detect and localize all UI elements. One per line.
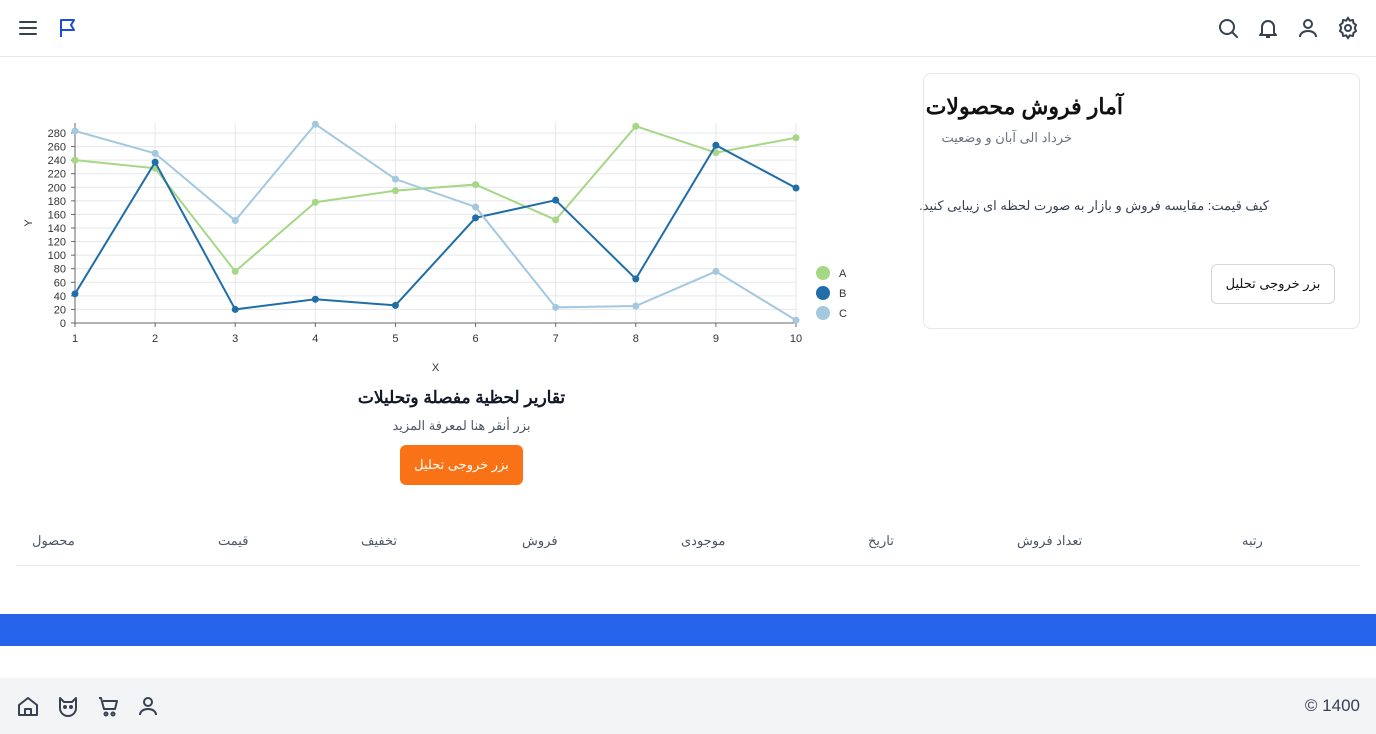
data-point-B [632,275,640,283]
x-tick-label: 8 [633,333,639,345]
y-tick-label: 240 [48,155,66,167]
y-tick-label: 80 [54,264,66,276]
series-line-C [74,122,797,322]
column-header-price[interactable]: قیمت [218,533,248,549]
x-tick-label: 1 [72,333,78,345]
info-card: آمار فروش محصولات خرداد الی آبان و وضعیت… [919,73,1360,329]
y-tick-label: 160 [48,209,66,221]
y-axis-label: Y [23,219,35,227]
cart-icon[interactable] [94,692,122,720]
card-export-button[interactable]: بزر خروجی تحلیل [1211,264,1335,304]
menu-icon[interactable] [14,14,42,42]
x-tick-label: 2 [152,333,158,345]
y-tick-label: 260 [48,142,66,154]
user-icon[interactable] [134,692,162,720]
y-tick-label: 220 [48,169,66,181]
column-header-product[interactable]: محصول [32,533,75,549]
x-tick-label: 3 [232,333,238,345]
column-header-discount[interactable]: تخفیف [361,533,397,549]
data-point-C [311,120,319,128]
data-point-B [71,290,79,298]
data-point-A [792,134,800,142]
series-line-A [74,125,797,273]
data-point-C [632,302,640,310]
x-axis-label: X [432,362,440,374]
card-subtitle: خرداد الی آبان و وضعیت [941,130,1072,145]
legend-label-A: A [839,268,847,280]
bell-icon[interactable] [1254,14,1282,42]
y-tick-label: 180 [48,196,66,208]
data-point-A [71,156,79,164]
gear-icon[interactable] [1334,14,1362,42]
line-chart: 0 20 40 60 80 100 120 140 160 180 200 220 240 260 280 1… [0,100,880,390]
data-point-B [231,305,239,313]
promo-export-button[interactable]: بزر خروجی تحلیل [400,445,523,485]
y-tick-label: 280 [48,128,66,140]
data-point-C [231,217,239,225]
table-header: محصول قیمت تخفیف فروش موجودی تاریخ تعداد… [16,515,1360,566]
x-tick-label: 9 [713,333,719,345]
y-tick-label: 200 [48,182,66,194]
home-icon[interactable] [14,692,42,720]
y-tick-label: 100 [48,250,66,262]
x-tick-label: 4 [312,333,318,345]
column-header-rank[interactable]: رتبه [1242,533,1263,549]
data-point-B [472,214,480,222]
data-point-B [151,158,159,166]
data-point-A [231,267,239,275]
footer: © 1400 [0,678,1376,734]
y-tick-label: 140 [48,223,66,235]
data-point-A [552,216,560,224]
data-point-A [391,187,399,195]
blue-banner [0,614,1376,646]
data-point-B [792,184,800,192]
promo-title: تقارير لحظية مفصلة وتحليلات [357,388,566,407]
card-title: آمار فروش محصولات [925,94,1123,119]
copyright-text: © 1400 [1304,696,1360,715]
y-tick-label: 20 [54,304,66,316]
column-header-stock[interactable]: موجودی [681,533,725,549]
legend-label-C: C [839,308,847,320]
x-tick-label: 5 [392,333,398,345]
data-point-C [71,127,79,135]
data-point-C [151,149,159,157]
column-header-sales[interactable]: فروش [522,533,558,549]
cat-icon[interactable] [54,692,82,720]
legend-marker-A [816,266,830,280]
data-point-C [792,316,800,324]
data-point-B [311,295,319,303]
promo-subtitle: بزر أنقر هنا لمعرفة المزيد [392,418,531,433]
y-tick-label: 60 [54,277,66,289]
column-header-date[interactable]: تاریخ [868,533,894,549]
flag-icon[interactable] [54,14,82,42]
top-bar [0,0,1376,57]
user-icon[interactable] [1294,14,1322,42]
search-icon[interactable] [1214,14,1242,42]
data-point-C [552,303,560,311]
data-point-C [712,267,720,275]
series-line-B [74,143,797,311]
x-tick-label: 6 [472,333,478,345]
data-point-C [472,203,480,211]
column-header-sales-count[interactable]: تعداد فروش [1017,533,1082,549]
data-point-A [472,181,480,189]
card-description: کیف قیمت: مقایسه فروش و بازار به صورت لح… [919,198,1269,213]
data-point-C [391,175,399,183]
data-point-A [632,122,640,130]
data-point-A [311,198,319,206]
y-tick-label: 40 [54,291,66,303]
data-point-B [552,196,560,204]
legend-marker-B [816,286,830,300]
data-point-B [712,141,720,149]
chart-svg: 0 2040 6080 100120 140 160180 200220 240260 280 1… [23,120,847,374]
data-point-B [391,301,399,309]
y-tick-label: 120 [48,237,66,249]
x-tick-label: 10 [790,333,802,345]
legend-marker-C [816,306,830,320]
x-tick-label: 7 [553,333,559,345]
legend-label-B: B [839,288,846,300]
y-tick-label: 0 [60,318,66,330]
